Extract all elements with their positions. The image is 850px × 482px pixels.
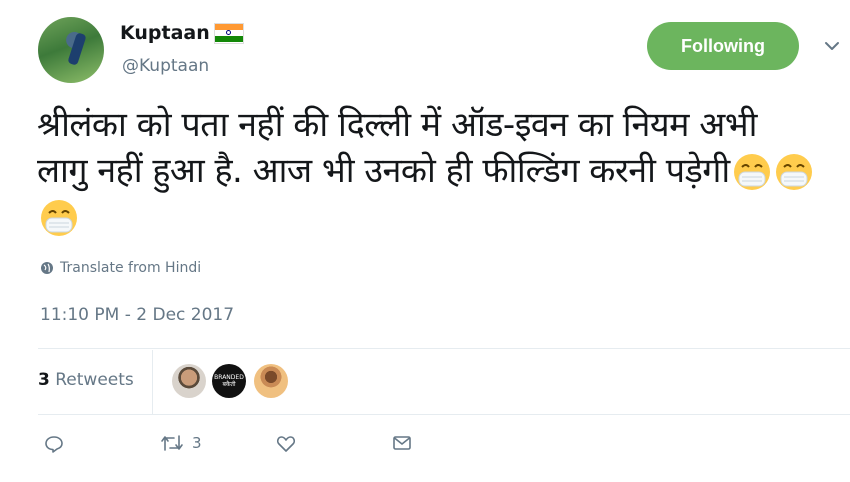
retweet-stat[interactable]: 3 Retweets bbox=[38, 370, 134, 390]
following-button[interactable]: Following bbox=[647, 22, 799, 70]
translate-link[interactable]: Translate from Hindi bbox=[40, 260, 201, 276]
like-button[interactable] bbox=[276, 434, 296, 454]
retweet-action-count: 3 bbox=[192, 434, 202, 452]
retweet-label: Retweets bbox=[55, 370, 134, 390]
face-with-medical-mask-icon bbox=[775, 154, 812, 190]
reply-icon bbox=[45, 436, 63, 453]
retweeter-avatar-text: BRANDED bbox=[214, 374, 244, 381]
display-name[interactable]: Kuptaan bbox=[120, 22, 244, 44]
face-with-medical-mask-icon bbox=[733, 154, 770, 190]
divider-top bbox=[38, 348, 850, 349]
display-name-text: Kuptaan bbox=[120, 22, 210, 44]
face-with-medical-mask-icon bbox=[41, 200, 77, 236]
translate-label: Translate from Hindi bbox=[60, 260, 202, 276]
retweeter-avatar[interactable]: BRANDED बकैती bbox=[212, 364, 246, 398]
chevron-down-icon[interactable] bbox=[824, 38, 840, 54]
retweet-icon bbox=[161, 435, 183, 451]
divider-bottom bbox=[38, 414, 850, 415]
tweet-text: श्रीलंका को पता नहीं की दिल्ली में ऑड-इव… bbox=[37, 102, 817, 240]
tweet-body: श्रीलंका को पता नहीं की दिल्ली में ऑड-इव… bbox=[37, 105, 757, 191]
retweeter-avatar[interactable] bbox=[254, 364, 288, 398]
heart-icon bbox=[276, 436, 296, 452]
retweet-count: 3 bbox=[38, 370, 50, 390]
profile-avatar[interactable] bbox=[38, 17, 104, 83]
direct-message-button[interactable] bbox=[392, 434, 412, 452]
india-flag-icon bbox=[213, 22, 244, 44]
reply-button[interactable] bbox=[44, 434, 64, 454]
stats-separator bbox=[152, 350, 153, 414]
envelope-icon bbox=[393, 436, 411, 450]
user-handle[interactable]: @Kuptaan bbox=[122, 56, 209, 76]
tweet-timestamp[interactable]: 11:10 PM - 2 Dec 2017 bbox=[40, 305, 234, 325]
retweeter-avatar-text: बकैती bbox=[222, 381, 236, 388]
retweet-button[interactable]: 3 bbox=[160, 434, 202, 452]
retweeter-avatar[interactable] bbox=[172, 364, 206, 398]
globe-icon bbox=[41, 262, 53, 274]
